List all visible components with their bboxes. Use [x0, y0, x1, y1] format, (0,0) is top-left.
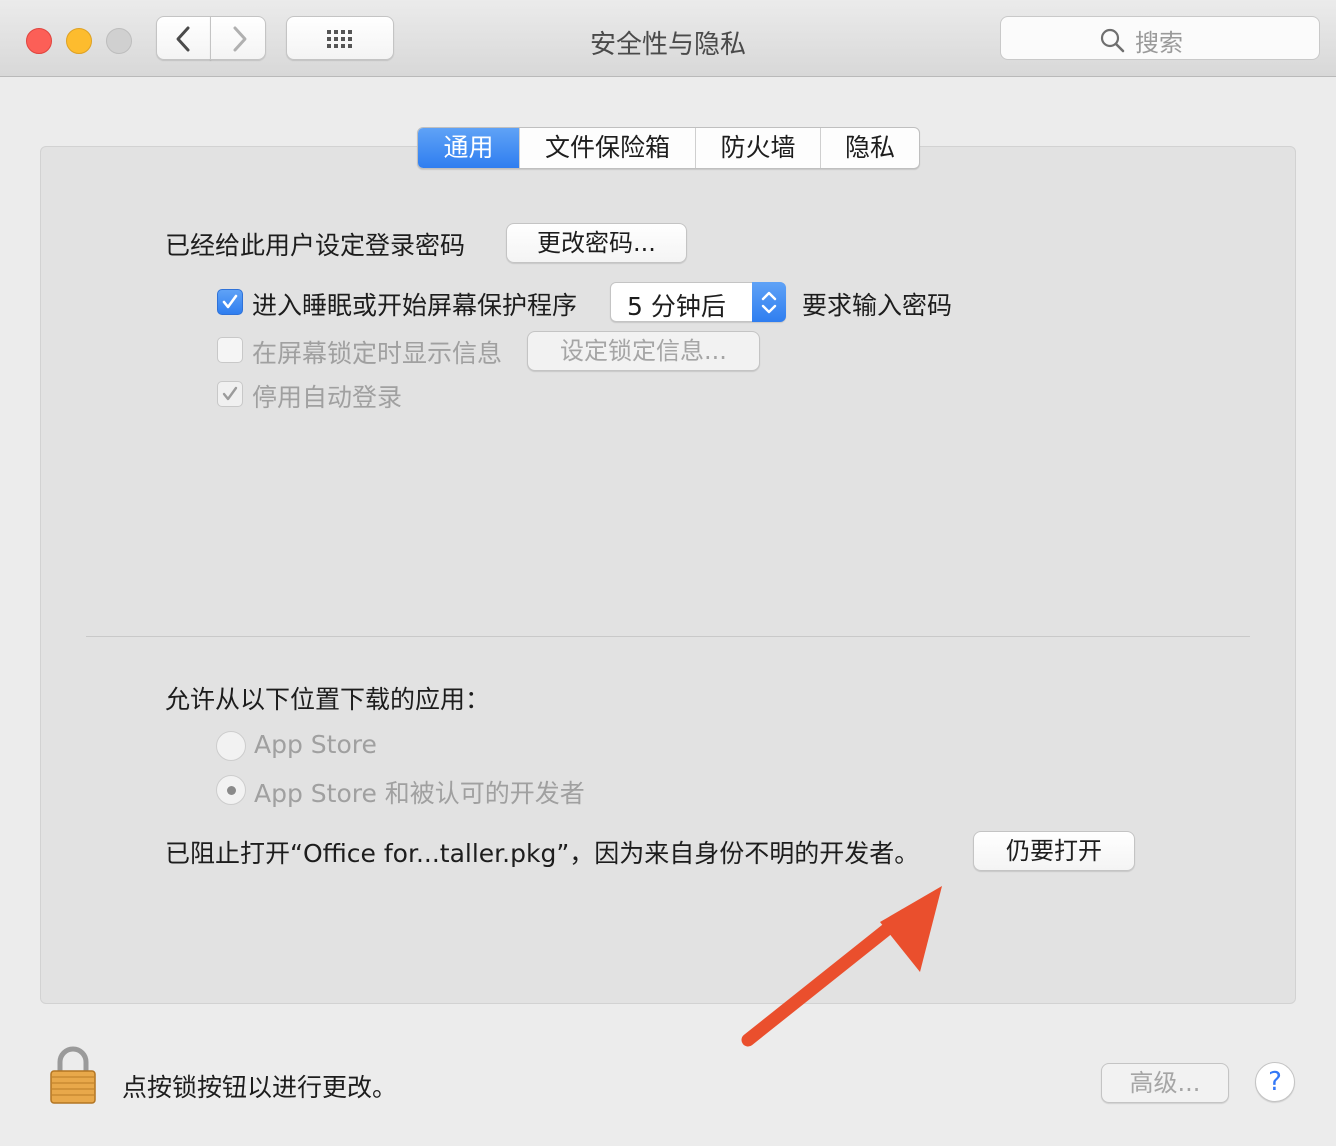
checkmark-icon	[222, 294, 238, 309]
search-placeholder: 搜索	[1135, 29, 1183, 57]
radio-app-store-identified[interactable]	[216, 775, 246, 805]
lock-message-checkbox[interactable]	[217, 337, 243, 363]
lock-hint-label: 点按锁按钮以进行更改。	[122, 1073, 398, 1102]
change-password-button[interactable]: 更改密码...	[506, 223, 687, 263]
general-panel	[40, 146, 1296, 1004]
tab-bar: 通用 文件保险箱 防火墙 隐私	[417, 127, 920, 169]
allow-downloads-heading: 允许从以下位置下载的应用：	[165, 685, 491, 714]
search-icon	[1100, 28, 1125, 53]
password-set-label: 已经给此用户设定登录密码	[165, 231, 466, 260]
radio-selected-dot	[227, 786, 236, 795]
tab-firewall[interactable]: 防火墙	[696, 128, 821, 168]
sleep-password-label: 进入睡眠或开始屏幕保护程序	[252, 291, 578, 320]
password-delay-value: 5 分钟后	[627, 292, 726, 321]
password-delay-select[interactable]: 5 分钟后	[610, 282, 786, 322]
tab-filevault[interactable]: 文件保险箱	[520, 128, 696, 168]
tab-general[interactable]: 通用	[418, 128, 520, 168]
lock-message-label: 在屏幕锁定时显示信息	[252, 339, 503, 368]
help-button[interactable]: ?	[1255, 1062, 1295, 1102]
radio-app-store-identified-label: App Store 和被认可的开发者	[254, 779, 585, 808]
search-field[interactable]: 搜索	[1000, 16, 1320, 60]
lock-icon[interactable]	[48, 1046, 98, 1106]
stepper-arrows	[752, 282, 786, 322]
blocked-app-message: 已阻止打开“Office for...taller.pkg”，因为来自身份不明的…	[165, 839, 920, 868]
disable-autologin-checkbox[interactable]	[217, 381, 243, 407]
require-password-label: 要求输入密码	[802, 291, 953, 320]
open-anyway-button[interactable]: 仍要打开	[973, 831, 1135, 871]
radio-app-store[interactable]	[216, 731, 246, 761]
title-bar: 安全性与隐私 搜索	[0, 0, 1336, 77]
checkmark-icon	[222, 386, 238, 401]
tab-privacy[interactable]: 隐私	[821, 128, 919, 168]
set-lock-message-button[interactable]: 设定锁定信息...	[527, 331, 760, 371]
radio-app-store-label: App Store	[254, 730, 377, 759]
disable-autologin-label: 停用自动登录	[252, 383, 403, 412]
up-down-chevron-icon	[761, 291, 777, 314]
annotation-arrow-icon	[741, 886, 942, 1047]
section-divider	[86, 636, 1250, 637]
advanced-button[interactable]: 高级...	[1101, 1063, 1229, 1103]
sleep-password-checkbox[interactable]	[217, 289, 243, 315]
